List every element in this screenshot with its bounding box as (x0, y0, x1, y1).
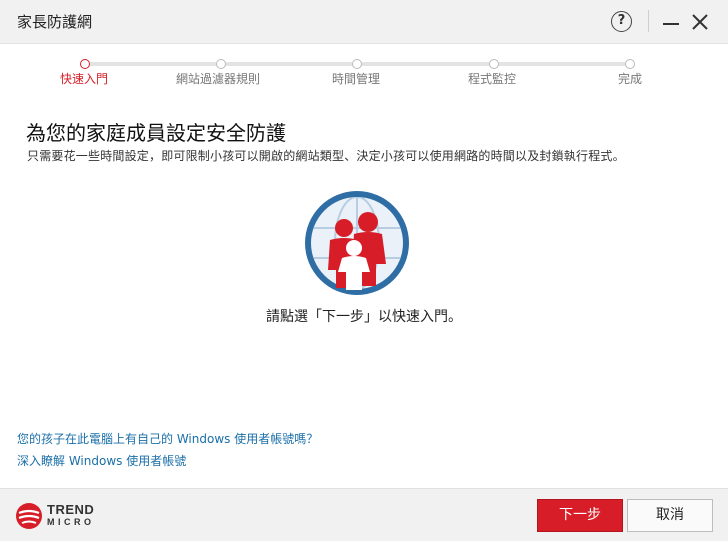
minimize-icon[interactable] (662, 12, 680, 32)
logo-text-trend: TREND (47, 502, 95, 517)
step-connector (226, 62, 352, 66)
family-globe-icon (304, 190, 410, 296)
step-dot-quick-start (80, 59, 90, 69)
titlebar-divider (648, 10, 649, 32)
close-icon[interactable] (690, 12, 710, 32)
step-label-web-filter: 網站過濾器規則 (176, 72, 261, 86)
step-label-quick-start: 快速入門 (60, 72, 109, 86)
step-dot-time-management (352, 59, 362, 69)
next-step-hint: 請點選「下一步」以快速入門。 (266, 309, 462, 325)
page-subtitle: 只需要花一些時間設定，即可限制小孩可以開啟的網站類型、決定小孩可以使用網路的時間… (27, 149, 625, 163)
trend-micro-logo: TREND MICRO (15, 501, 105, 531)
footer-bar: TREND MICRO 下一步 取消 (0, 488, 728, 541)
step-label-finish: 完成 (618, 72, 643, 86)
window-title: 家長防護網 (17, 13, 93, 31)
step-connector (362, 62, 489, 66)
wizard-stepper: 快速入門 網站過濾器規則 時間管理 程式監控 完成 (0, 56, 728, 90)
step-connector (499, 62, 625, 66)
step-dot-finish (625, 59, 635, 69)
step-dot-web-filter (216, 59, 226, 69)
own-account-link[interactable]: 您的孩子在此電腦上有自己的 Windows 使用者帳號嗎？ (17, 430, 318, 447)
step-connector (90, 62, 216, 66)
step-label-time-management: 時間管理 (332, 72, 381, 86)
page-heading: 為您的家庭成員設定安全防護 (26, 121, 286, 145)
step-dot-program-control (489, 59, 499, 69)
cancel-button[interactable]: 取消 (627, 499, 713, 532)
step-label-program-control: 程式監控 (468, 72, 517, 86)
next-button[interactable]: 下一步 (537, 499, 623, 532)
learn-more-link[interactable]: 深入瞭解 Windows 使用者帳號 (17, 452, 186, 469)
title-bar: 家長防護網 ? (0, 0, 728, 44)
help-icon[interactable]: ? (611, 11, 632, 32)
logo-text-micro: MICRO (47, 517, 95, 527)
